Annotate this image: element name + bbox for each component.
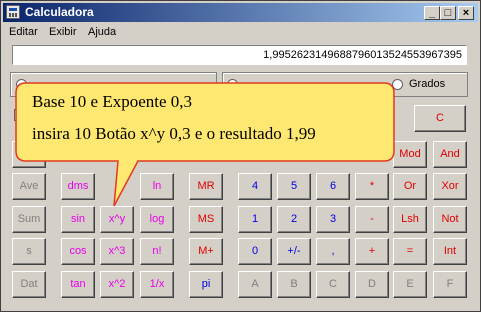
radio-grados-label: Grados [409, 78, 446, 90]
menu-editar[interactable]: Editar [9, 26, 38, 38]
cos-button[interactable]: cos [61, 238, 95, 265]
mod-button[interactable]: Mod [393, 141, 427, 168]
add-button[interactable]: + [355, 238, 389, 265]
digit-0-button[interactable]: 0 [238, 238, 272, 265]
digit-4-button[interactable]: 4 [238, 173, 272, 200]
xor-button[interactable]: Xor [433, 173, 467, 200]
s-button[interactable]: s [12, 238, 46, 265]
digit-2-button[interactable]: 2 [277, 206, 311, 233]
sign-button[interactable]: +/- [277, 238, 311, 265]
window-title: Calculadora [25, 5, 94, 19]
minimize-button[interactable]: _ [424, 6, 440, 20]
menu-exibir[interactable]: Exibir [49, 26, 77, 38]
dat-button[interactable]: Dat [12, 271, 46, 298]
radio-button[interactable] [227, 79, 238, 90]
clear-button[interactable]: C [414, 105, 466, 132]
digit-6-button[interactable]: 6 [316, 173, 350, 200]
display-value: 1,9952623149688796013524553967395 [263, 49, 462, 61]
number-base-group [10, 72, 217, 97]
tan-button[interactable]: tan [61, 271, 95, 298]
title-bar[interactable]: Calculadora _ □ × [3, 3, 478, 22]
hex-c-button[interactable]: C [316, 271, 350, 298]
multiply-button[interactable]: * [355, 173, 389, 200]
menu-ajuda[interactable]: Ajuda [88, 26, 116, 38]
reciprocal-button[interactable]: 1/x [140, 271, 174, 298]
hex-b-button[interactable]: B [277, 271, 311, 298]
sin-button[interactable]: sin [61, 206, 95, 233]
ave-button[interactable]: Ave [12, 173, 46, 200]
x-cubed-button[interactable]: x^3 [100, 238, 134, 265]
digit-1-button[interactable]: 1 [238, 206, 272, 233]
hex-a-button[interactable]: A [238, 271, 272, 298]
pi-button[interactable]: pi [189, 271, 223, 298]
decimal-button[interactable]: , [316, 238, 350, 265]
calculator-window: Calculadora _ □ × Editar Exibir Ajuda 1,… [0, 0, 481, 312]
maximize-button[interactable]: □ [440, 6, 456, 20]
ms-button[interactable]: MS [189, 206, 223, 233]
radio-button[interactable] [16, 79, 27, 90]
ln-button[interactable]: ln [140, 173, 174, 200]
digit-3-button[interactable]: 3 [316, 206, 350, 233]
x-squared-button[interactable]: x^2 [100, 271, 134, 298]
sum-button[interactable]: Sum [12, 206, 46, 233]
lsh-button[interactable]: Lsh [393, 206, 427, 233]
radio-grados[interactable] [392, 79, 403, 90]
angle-units-group: Grados [222, 72, 468, 97]
checkbox[interactable] [14, 109, 26, 121]
not-button[interactable]: Not [433, 206, 467, 233]
and-button[interactable]: And [433, 141, 467, 168]
log-button[interactable]: log [140, 206, 174, 233]
hex-d-button[interactable]: D [355, 271, 389, 298]
int-button[interactable]: Int [433, 238, 467, 265]
hex-e-button[interactable]: E [393, 271, 427, 298]
dms-button[interactable]: dms [61, 173, 95, 200]
m-plus-button[interactable]: M+ [189, 238, 223, 265]
close-button[interactable]: × [458, 6, 474, 20]
or-button[interactable]: Or [393, 173, 427, 200]
calculator-app-icon [6, 5, 20, 19]
hex-f-button[interactable]: F [433, 271, 467, 298]
digit-5-button[interactable]: 5 [277, 173, 311, 200]
subtract-button[interactable]: - [355, 206, 389, 233]
calc-button[interactable] [12, 141, 46, 168]
x-pow-y-button[interactable]: x^y [100, 206, 134, 233]
equals-button[interactable]: = [393, 238, 427, 265]
calculator-display[interactable]: 1,9952623149688796013524553967395 [12, 45, 467, 65]
mr-button[interactable]: MR [189, 173, 223, 200]
factorial-button[interactable]: n! [140, 238, 174, 265]
